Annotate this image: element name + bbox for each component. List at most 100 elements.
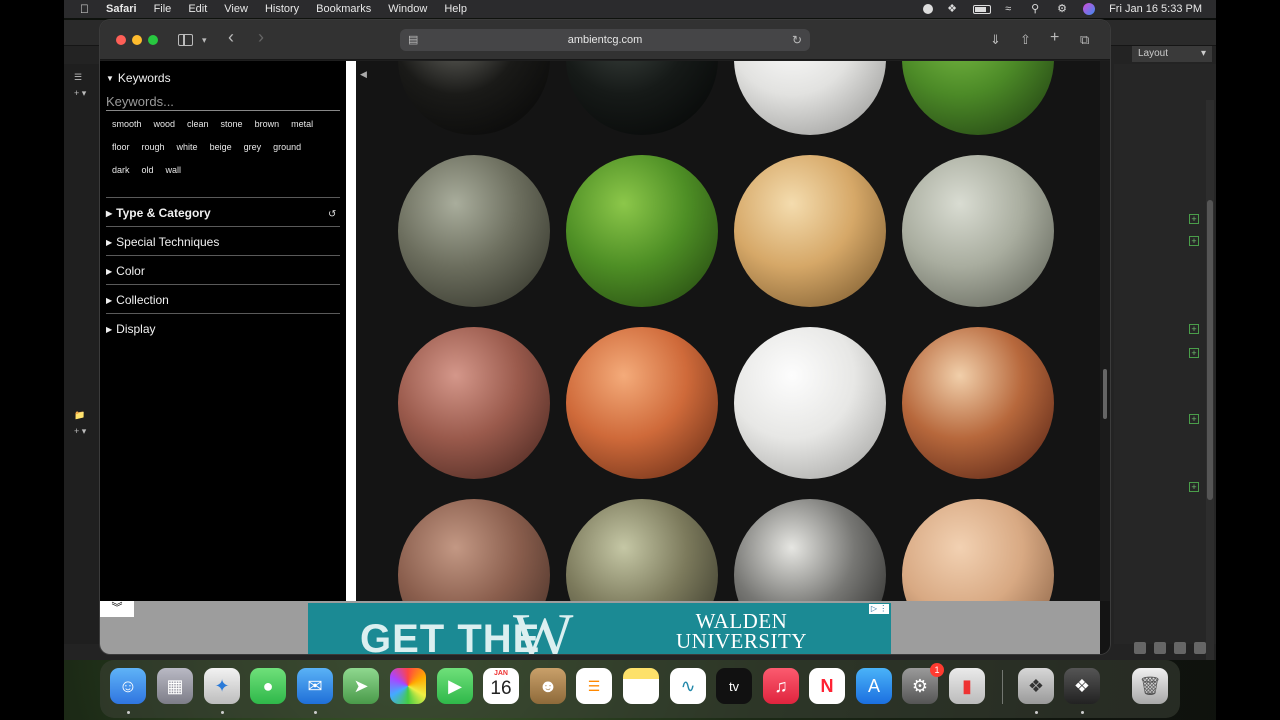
reload-icon[interactable]: ↻ (792, 29, 802, 51)
mail-icon[interactable]: ✉ (297, 668, 333, 704)
add-project-icon[interactable]: + ▾ (68, 424, 92, 438)
old-brick-sphere[interactable] (398, 499, 550, 601)
tag-metal[interactable]: metal (285, 117, 319, 140)
menu-edit[interactable]: Edit (188, 3, 207, 15)
rock-slate-sphere[interactable] (398, 155, 550, 307)
add-component-icon[interactable]: + (1189, 236, 1199, 246)
tag-grey[interactable]: grey (238, 140, 268, 163)
silver-metal-sphere[interactable] (734, 499, 886, 601)
light-wood-sphere[interactable] (734, 155, 886, 307)
moss-sphere[interactable] (566, 155, 718, 307)
debug-icon[interactable] (1174, 642, 1186, 654)
section-special-techniques[interactable]: ▶ Special Techniques (106, 235, 219, 249)
close-window-button[interactable] (116, 35, 126, 45)
page-scrollbar[interactable] (1100, 61, 1110, 601)
calendar-icon[interactable]: JAN 16 (483, 668, 519, 704)
trash-icon[interactable]: 🗑 (1132, 668, 1168, 704)
photos-icon[interactable] (390, 668, 426, 704)
tag-clean[interactable]: clean (181, 117, 215, 140)
section-collection[interactable]: ▶ Collection (106, 293, 169, 307)
orange-brick-sphere[interactable] (566, 327, 718, 479)
section-color[interactable]: ▶ Color (106, 264, 145, 278)
menu-clock[interactable]: Fri Jan 16 5:33 PM (1109, 3, 1202, 15)
share-icon[interactable]: ⇧ (1020, 32, 1031, 48)
freeform-icon[interactable]: ∿ (670, 668, 706, 704)
white-paint-sphere[interactable] (734, 327, 886, 479)
unity-status-icon[interactable]: ❖ (947, 3, 959, 15)
settings-icon[interactable] (1194, 642, 1206, 654)
inspector-scrollbar[interactable] (1206, 100, 1214, 660)
add-hierarchy-icon[interactable]: + ▾ (68, 86, 92, 100)
menu-bookmarks[interactable]: Bookmarks (316, 3, 371, 15)
tag-rough[interactable]: rough (136, 140, 171, 163)
safari-icon[interactable]: ✦ (204, 668, 240, 704)
tag-beige[interactable]: beige (204, 140, 238, 163)
url-text[interactable]: ambientcg.com (568, 34, 643, 46)
layout-dropdown[interactable]: Layout (1132, 46, 1212, 62)
launchpad-icon[interactable]: ▦ (157, 668, 193, 704)
tag-ground[interactable]: ground (267, 140, 307, 163)
menu-help[interactable]: Help (444, 3, 467, 15)
gold-diamond-tiles-sphere[interactable] (902, 327, 1054, 479)
search-icon[interactable]: ⚲ (1031, 3, 1043, 15)
back-icon[interactable]: ‹ (228, 28, 234, 46)
apple-tv-icon[interactable]: tv (716, 668, 752, 704)
forward-icon[interactable]: › (258, 28, 264, 46)
tab-overview-icon[interactable]: ⧉ (1080, 32, 1089, 48)
section-type-category[interactable]: ▶ Type & Category (106, 206, 211, 220)
tag-wall[interactable]: wall (160, 163, 188, 186)
tag-white[interactable]: white (171, 140, 204, 163)
tag-wood[interactable]: wood (148, 117, 182, 140)
unity-editor-icon[interactable]: ❖ (1064, 668, 1100, 704)
menu-window[interactable]: Window (388, 3, 427, 15)
chevron-down-icon[interactable]: ▾ (202, 32, 207, 48)
grey-fabric-sphere[interactable] (902, 155, 1054, 307)
add-component-icon[interactable]: + (1189, 414, 1199, 424)
address-bar[interactable]: ▤ ambientcg.com ↻ (400, 29, 810, 51)
tag-old[interactable]: old (136, 163, 160, 186)
page-menu-icon[interactable]: ▤ (408, 29, 418, 51)
record-icon[interactable] (923, 4, 934, 14)
menu-history[interactable]: History (265, 3, 299, 15)
add-component-icon[interactable]: + (1189, 324, 1199, 334)
tag-brown[interactable]: brown (249, 117, 286, 140)
add-component-icon[interactable]: + (1189, 348, 1199, 358)
tag-dark[interactable]: dark (106, 163, 136, 186)
menu-app-safari[interactable]: Safari (106, 3, 137, 15)
collapse-ad-button[interactable]: ︾ (100, 601, 134, 617)
minimize-window-button[interactable] (132, 35, 142, 45)
facetime-icon[interactable]: ▶ (437, 668, 473, 704)
keywords-heading[interactable]: ▼ Keywords (106, 71, 171, 85)
add-component-icon[interactable]: + (1189, 482, 1199, 492)
inspector-scroll-thumb[interactable] (1207, 200, 1213, 500)
layers-icon[interactable] (1154, 642, 1166, 654)
dark-marble-sphere[interactable] (398, 61, 550, 135)
tag-stone[interactable]: stone (215, 117, 249, 140)
siri-icon[interactable] (1083, 3, 1096, 15)
menu-view[interactable]: View (224, 3, 248, 15)
tag-smooth[interactable]: smooth (106, 117, 148, 140)
control-center-icon[interactable]: ⚙ (1057, 3, 1069, 15)
battery-icon[interactable] (973, 4, 992, 14)
pale-wood-sphere[interactable] (902, 499, 1054, 601)
tag-floor[interactable]: floor (106, 140, 136, 163)
ad-choices-icon[interactable]: ▷ ⋮ (869, 604, 889, 614)
sidebar-divider[interactable] (346, 61, 356, 601)
hierarchy-tab-icon[interactable]: ☰ (68, 70, 88, 84)
white-plaster-sphere[interactable] (734, 61, 886, 135)
menu-file[interactable]: File (154, 3, 172, 15)
cobblestone-sphere[interactable] (566, 499, 718, 601)
zoom-window-button[interactable] (148, 35, 158, 45)
maps-icon[interactable]: ➤ (343, 668, 379, 704)
ad-banner[interactable]: GET THE W WALDEN UNIVERSITY ▷ ⋮ (308, 603, 891, 654)
page-scroll-thumb[interactable] (1103, 369, 1107, 419)
apple-icon[interactable]:  (80, 2, 94, 16)
green-grass-sphere[interactable] (902, 61, 1054, 135)
keywords-input[interactable] (106, 93, 340, 111)
black-granite-sphere[interactable] (566, 61, 718, 135)
bug-icon[interactable] (1134, 642, 1146, 654)
music-icon[interactable]: ♫ (763, 668, 799, 704)
downloads-icon[interactable]: ⇓ (990, 32, 1001, 48)
add-component-icon[interactable]: + (1189, 214, 1199, 224)
reset-icon[interactable]: ↺ (328, 209, 336, 220)
